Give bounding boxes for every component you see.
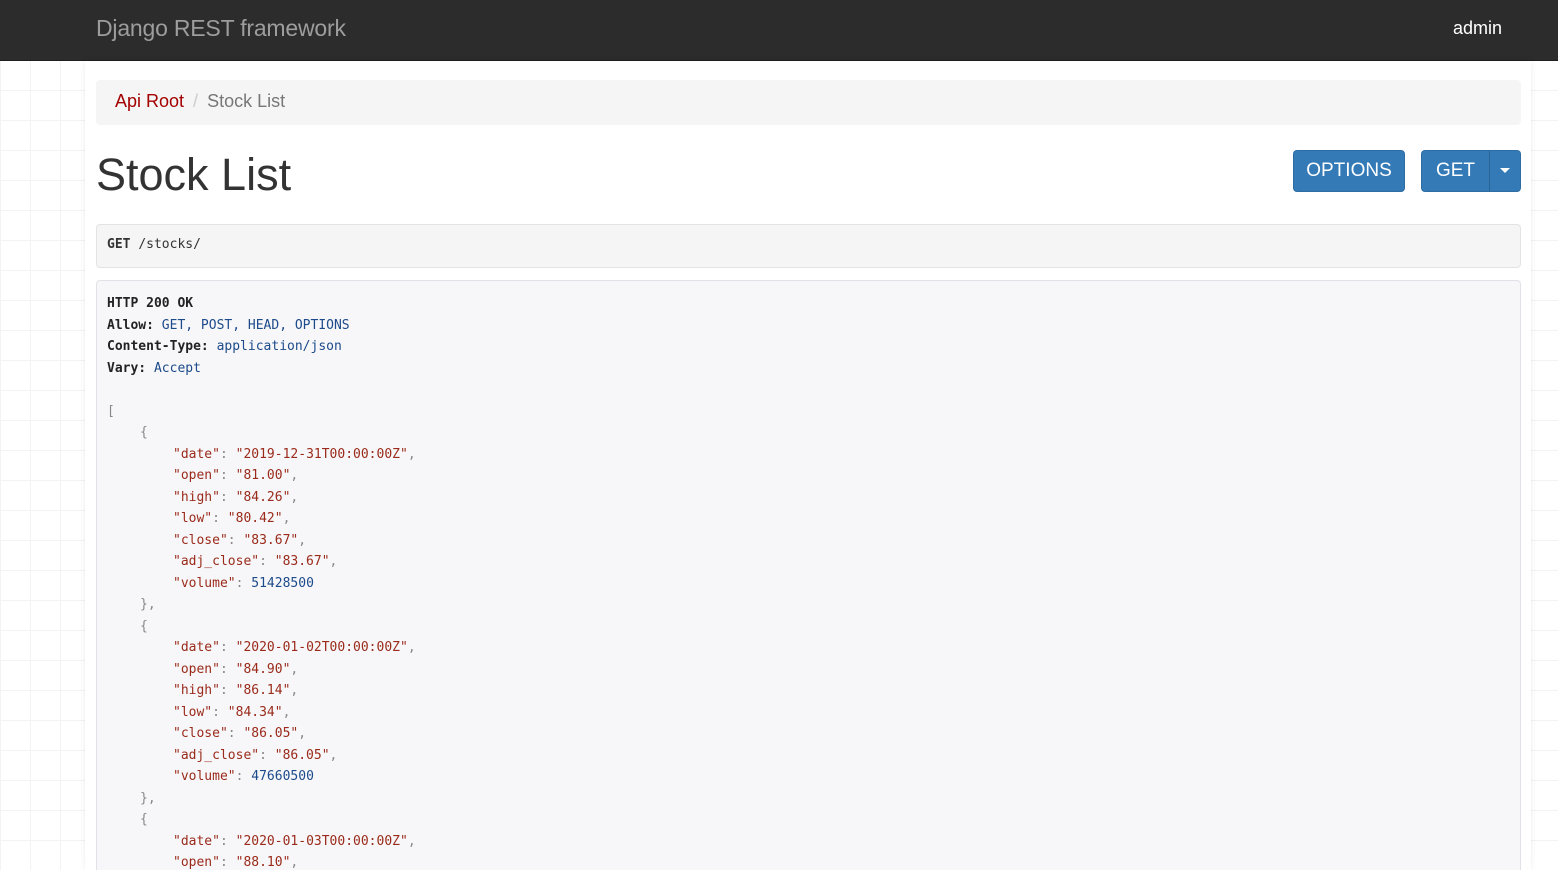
json-value: "83.67" [243,532,299,548]
json-value: "86.05" [274,747,330,763]
get-button[interactable]: GET [1421,150,1490,192]
json-value: "88.10" [235,855,291,870]
json-value: "86.05" [243,726,299,741]
json-key: "high" [173,683,220,698]
json-key: "open" [173,661,220,677]
response-header-content-type: Content-Type: application/json [107,336,1510,358]
header-value: Accept [153,360,201,376]
json-key: "adj_close" [173,554,260,569]
json-object-close: }, [140,597,156,612]
breadcrumb-separator: / [193,91,199,111]
json-value: "84.34" [227,704,283,720]
json-value: "84.26" [235,489,291,505]
json-value: 47660500 [251,769,314,784]
header-value: application/json [216,339,342,354]
json-value: "2019-12-31T00:00:00Z" [235,446,408,462]
json-field-volume: "volume": 51428500 [173,575,314,591]
json-value: "86.14" [235,683,291,698]
json-value: 51428500 [251,575,314,591]
breadcrumb-api-root[interactable]: Api Root [115,91,184,111]
json-field-date: "date": "2020-01-03T00:00:00Z", [173,833,416,849]
page-title: Stock List [96,149,292,200]
json-key: "close" [173,726,228,741]
caret-down-icon [1500,168,1510,174]
json-field-volume: "volume": 47660500 [173,769,314,784]
user-menu[interactable]: admin [1453,18,1502,39]
request-path: /stocks/ [138,237,201,252]
json-field-high: "high": "86.14", [173,683,299,698]
json-field-open: "open": "84.90", [173,661,299,677]
header-value: GET, POST, HEAD, OPTIONS [161,317,350,333]
json-key: "volume" [173,575,236,591]
json-field-open: "open": "88.10", [173,855,299,870]
json-field-low: "low": "80.42", [173,511,291,526]
json-key: "date" [173,446,220,462]
get-button-group: GET [1421,150,1521,192]
top-navbar: Django REST framework admin [0,0,1558,61]
json-field-open: "open": "81.00", [173,468,299,483]
json-key: "high" [173,489,220,505]
json-field-low: "low": "84.34", [173,704,291,720]
json-items: { "date": "2019-12-31T00:00:00Z", "open": … [107,422,1510,870]
json-key: "adj_close" [173,747,260,763]
response-status: HTTP 200 OK [107,296,194,311]
json-object-open: { [140,812,148,827]
json-object-open: { [140,425,148,440]
json-value: "83.67" [274,554,330,569]
json-key: "low" [173,511,213,526]
json-key: "volume" [173,769,236,784]
json-field-date: "date": "2019-12-31T00:00:00Z", [173,446,416,462]
json-key: "close" [173,532,228,548]
json-field-close: "close": "86.05", [173,726,307,741]
json-field-high: "high": "84.26", [173,489,299,505]
header-name: Vary: [107,360,147,376]
json-value: "2020-01-02T00:00:00Z" [235,640,408,655]
response-header-allow: Allow: GET, POST, HEAD, OPTIONS [107,315,1510,337]
json-object-open: { [140,618,148,634]
json-field-adj-close: "adj_close": "86.05", [173,747,338,763]
json-field-adj-close: "adj_close": "83.67", [173,554,338,569]
page-container: Api Root / Stock List Stock List OPTIONS G… [85,61,1531,870]
json-value: "84.90" [235,661,291,677]
response-info: HTTP 200 OK Allow: GET, POST, HEAD, OPTI… [96,280,1521,870]
response-body: [ { "date": "2019-12-31T00:00:00Z", "open"… [107,401,1510,870]
brand-link[interactable]: Django REST framework [96,15,346,42]
breadcrumb: Api Root / Stock List [96,80,1521,125]
json-field-date: "date": "2020-01-02T00:00:00Z", [173,640,416,655]
get-format-dropdown-toggle[interactable] [1489,150,1521,192]
header-name: Allow: [107,317,154,333]
json-value: "2020-01-03T00:00:00Z" [235,833,408,849]
header-name: Content-Type: [107,339,209,354]
json-key: "date" [173,833,220,849]
breadcrumb-current: Stock List [207,91,286,111]
options-button[interactable]: OPTIONS [1293,150,1405,192]
json-value: "80.42" [227,511,283,526]
request-method: GET [107,237,131,252]
json-key: "open" [173,855,220,870]
json-object-close: }, [140,790,156,806]
json-key: "low" [173,704,213,720]
json-open-bracket: [ [107,403,115,419]
json-key: "date" [173,640,220,655]
json-value: "81.00" [235,468,291,483]
response-header-vary: Vary: Accept [107,358,1510,380]
request-info: GET /stocks/ [96,224,1521,268]
json-key: "open" [173,468,220,483]
json-field-close: "close": "83.67", [173,532,307,548]
